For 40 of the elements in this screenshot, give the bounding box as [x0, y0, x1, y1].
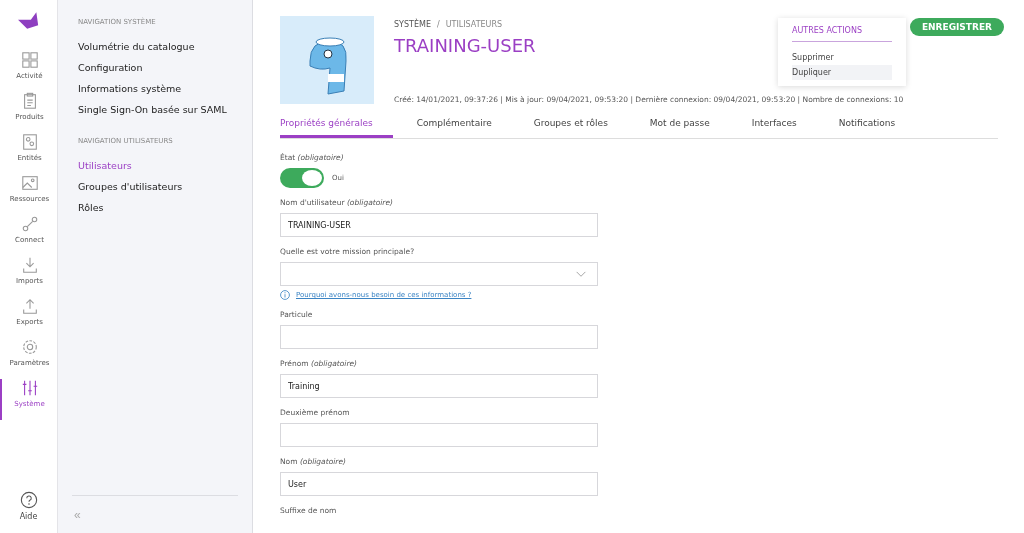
sliders-icon [20, 379, 39, 397]
tab[interactable]: Interfaces [751, 118, 797, 138]
nav-link[interactable]: Informations système [78, 83, 232, 94]
menu-item[interactable]: Dupliquer [792, 65, 892, 80]
input-field[interactable]: User [280, 472, 598, 496]
breadcrumb-link[interactable]: UTILISATEURS [445, 20, 503, 29]
toggle-switch[interactable] [280, 168, 324, 188]
gear-icon [20, 338, 39, 356]
nav-link[interactable]: Groupes d'utilisateurs [78, 181, 232, 192]
input-field[interactable] [280, 325, 598, 349]
tab[interactable]: Groupes et rôles [533, 118, 608, 138]
nav-link[interactable]: Configuration [78, 62, 232, 73]
menu-title: AUTRES ACTIONS [792, 26, 892, 42]
input-field[interactable]: Training [280, 374, 598, 398]
chevron-down-icon [575, 270, 587, 278]
input-field[interactable]: TRAINING-USER [280, 213, 598, 237]
info-icon [280, 290, 290, 300]
tab[interactable]: Mot de passe [649, 118, 710, 138]
nav-link[interactable]: Single Sign-On basée sur SAML [78, 104, 232, 115]
tab[interactable]: Notifications [838, 118, 896, 138]
page-title: TRAINING-USER [394, 35, 537, 56]
dropdown-field[interactable] [280, 262, 598, 286]
menu-item[interactable]: Supprimer [792, 50, 892, 65]
logo-icon[interactable] [17, 12, 40, 31]
contacts-icon [20, 133, 39, 151]
help-button[interactable]: Aide [19, 491, 38, 521]
tab[interactable]: Propriétés générales [280, 118, 393, 138]
upload-icon [20, 297, 39, 315]
nav-link[interactable]: Utilisateurs [78, 160, 232, 171]
image-icon [20, 174, 39, 192]
help-icon [19, 491, 38, 509]
link-icon [20, 215, 39, 233]
nav-link[interactable]: Volumétrie du catalogue [78, 41, 232, 52]
breadcrumb-link[interactable]: SYSTÈME [394, 20, 431, 29]
tab[interactable]: Complémentaire [416, 118, 492, 138]
grid-icon [20, 51, 39, 69]
input-field[interactable] [280, 423, 598, 447]
download-icon [20, 256, 39, 274]
breadcrumb-separator: / [436, 20, 440, 29]
nav-link[interactable]: Rôles [78, 202, 232, 213]
